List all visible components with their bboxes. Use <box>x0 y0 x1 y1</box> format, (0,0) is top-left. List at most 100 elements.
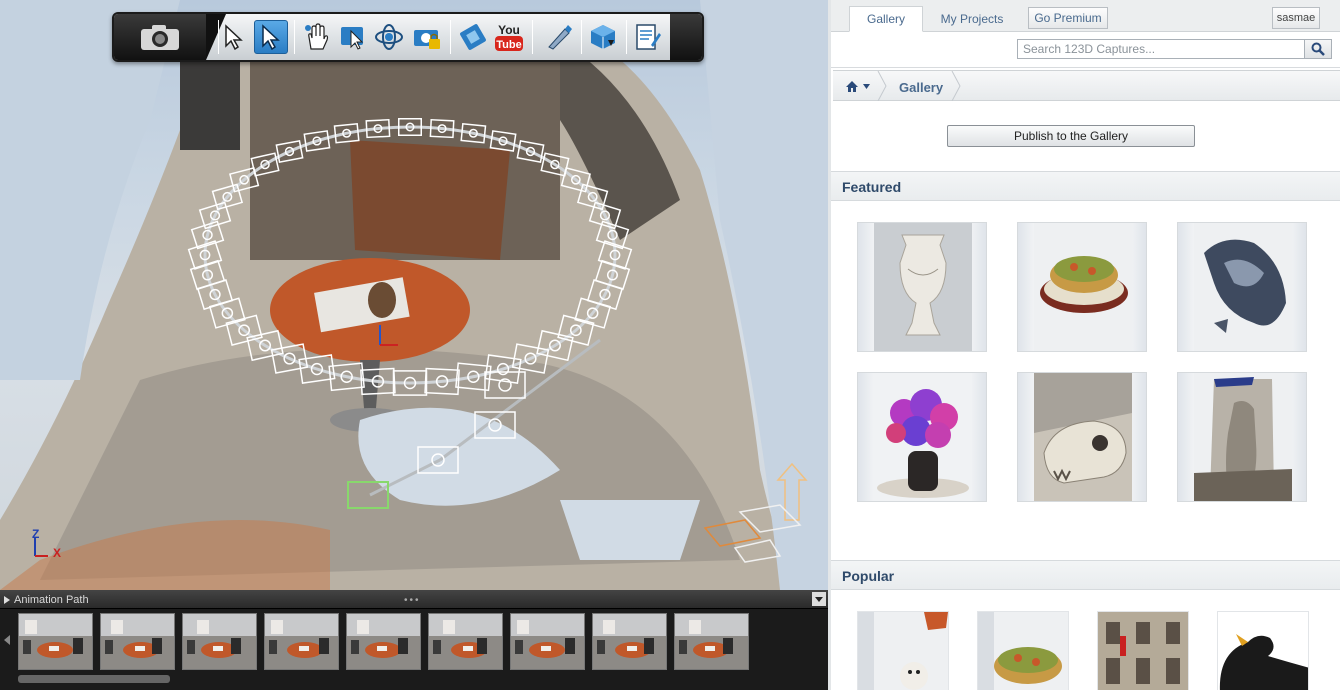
chevron-down-icon <box>862 83 870 89</box>
featured-item-urn[interactable] <box>857 222 987 352</box>
frame-image <box>511 614 584 669</box>
resize-handle[interactable]: ••• <box>404 595 421 606</box>
youtube-icon: You Tube <box>495 23 523 51</box>
bird-model-thumbnail <box>1218 612 1308 690</box>
breadcrumb-separator <box>951 71 961 101</box>
tab-gallery[interactable]: Gallery <box>849 6 923 32</box>
animation-frame-thumbnail[interactable] <box>510 613 585 670</box>
edit-cursor-icon <box>341 27 364 50</box>
home-icon <box>845 80 858 92</box>
frame-image <box>101 614 174 669</box>
featured-item-statue[interactable] <box>1177 372 1307 502</box>
strip-scrollbar[interactable] <box>18 675 170 683</box>
animation-frame-thumbnail[interactable] <box>592 613 667 670</box>
cube-export-button[interactable] <box>586 20 620 54</box>
flower-bouquet-model-thumbnail <box>874 373 972 501</box>
tab-my-projects[interactable]: My Projects <box>931 6 1013 32</box>
main-toolbar: You Tube <box>112 12 704 62</box>
animation-frame-thumbnail[interactable] <box>346 613 421 670</box>
camera-menu-button[interactable] <box>114 14 226 60</box>
featured-item-skull[interactable] <box>1017 372 1147 502</box>
publish-to-gallery-button[interactable]: Publish to the Gallery <box>947 125 1195 147</box>
urn-model-thumbnail <box>874 223 972 351</box>
search-icon <box>1311 42 1325 56</box>
animation-strip: Animation Path ••• <box>0 590 828 690</box>
animation-frame-thumbnail[interactable] <box>428 613 503 670</box>
search-bar <box>831 32 1340 68</box>
building-facade-model-thumbnail <box>1098 612 1188 690</box>
popular-item-quiche[interactable] <box>977 611 1069 690</box>
select-button[interactable] <box>217 20 251 54</box>
quiche-model-2-thumbnail <box>978 612 1068 690</box>
camera-lock-icon <box>414 30 440 49</box>
animation-path-label: Animation Path <box>14 593 89 606</box>
orbit-icon <box>375 24 403 50</box>
publish-section: Publish to the Gallery <box>831 102 1340 170</box>
breadcrumb-home-button[interactable] <box>833 71 881 101</box>
teddy-model-thumbnail <box>858 612 948 690</box>
popular-item-teddy[interactable] <box>857 611 949 690</box>
animation-path-toggle[interactable]: Animation Path <box>4 590 89 609</box>
search-button[interactable] <box>1304 39 1332 59</box>
film-strip-icon <box>460 24 486 50</box>
panel-tabs: Gallery My Projects Go Premium sasmae <box>831 0 1340 32</box>
go-premium-button[interactable]: Go Premium <box>1028 7 1108 29</box>
cursor-arrow-icon <box>262 24 280 50</box>
frame-image <box>429 614 502 669</box>
frame-image <box>347 614 420 669</box>
3d-viewport[interactable]: You Tube Z X <box>0 0 828 590</box>
svg-text:You: You <box>498 23 520 37</box>
featured-item-quiche[interactable] <box>1017 222 1147 352</box>
animation-frame-thumbnail[interactable] <box>18 613 93 670</box>
axis-indicator: Z X <box>28 526 78 562</box>
axis-z-label: Z <box>32 527 39 541</box>
camera-icon <box>141 25 179 50</box>
select-active-button[interactable] <box>254 20 288 54</box>
frame-image <box>183 614 256 669</box>
cursor-arrow-icon <box>225 24 243 50</box>
breadcrumb-separator <box>877 71 887 101</box>
strip-scroll-left-button[interactable] <box>0 612 14 668</box>
popular-item-building-facade[interactable] <box>1097 611 1189 690</box>
svg-text:Tube: Tube <box>496 39 521 51</box>
search-input[interactable] <box>1017 39 1305 59</box>
animation-frame-thumbnail[interactable] <box>182 613 257 670</box>
breadcrumb-current[interactable]: Gallery <box>899 71 943 101</box>
animation-frame-thumbnail[interactable] <box>264 613 339 670</box>
frame-image <box>593 614 666 669</box>
scene-render[interactable] <box>0 0 828 590</box>
notes-button[interactable] <box>630 20 664 54</box>
brush-button[interactable] <box>542 20 576 54</box>
axis-x-label: X <box>53 546 61 560</box>
orbit-button[interactable] <box>372 20 406 54</box>
quiche-model-thumbnail <box>1034 223 1132 351</box>
toolbar-end-cap <box>670 14 702 60</box>
pan-button[interactable] <box>300 20 334 54</box>
user-account-button[interactable]: sasmae <box>1272 7 1320 29</box>
featured-heading: Featured <box>831 171 1340 201</box>
expand-triangle-icon <box>4 595 10 604</box>
hand-icon <box>305 23 329 50</box>
statue-model-thumbnail <box>1194 373 1292 501</box>
frame-image <box>19 614 92 669</box>
cube-download-icon <box>591 25 615 49</box>
frame-list <box>18 613 749 670</box>
frame-image <box>675 614 748 669</box>
youtube-button[interactable]: You Tube <box>492 20 526 54</box>
animation-strip-header: Animation Path ••• <box>0 590 828 609</box>
featured-item-rock-sculpture[interactable] <box>1177 222 1307 352</box>
animation-frame-thumbnail[interactable] <box>100 613 175 670</box>
document-edit-icon <box>636 24 661 50</box>
film-button[interactable] <box>456 20 490 54</box>
animation-frame-thumbnail[interactable] <box>674 613 749 670</box>
breadcrumb: Gallery <box>833 70 1340 101</box>
popular-heading: Popular <box>831 560 1340 590</box>
frame-image <box>265 614 338 669</box>
skull-model-thumbnail <box>1034 373 1132 501</box>
popular-item-bird[interactable] <box>1217 611 1309 690</box>
brush-icon <box>548 25 572 50</box>
edit-button[interactable] <box>336 20 370 54</box>
strip-dropdown-button[interactable] <box>812 592 826 606</box>
featured-item-flower-bouquet[interactable] <box>857 372 987 502</box>
lock-camera-button[interactable] <box>410 20 444 54</box>
